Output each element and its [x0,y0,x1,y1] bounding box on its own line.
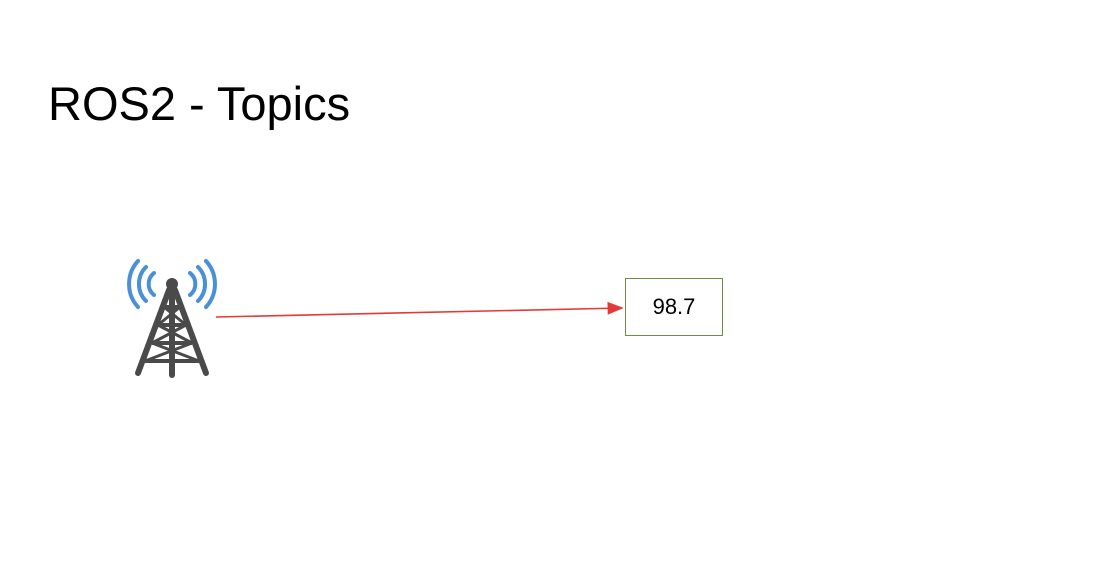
topic-label: 98.7 [652,294,696,319]
slide-title: ROS2 - Topics [48,77,351,130]
topic-box: 98.7 [625,278,723,336]
slide: ROS2 - Topics 98.7 [0,0,1107,562]
radio-tower-icon [127,259,217,378]
